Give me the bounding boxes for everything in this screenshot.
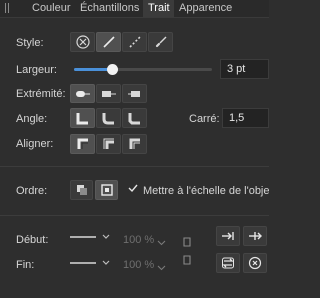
align-outside-button[interactable] bbox=[122, 134, 147, 154]
stroke-behind-icon bbox=[76, 185, 87, 195]
brush-icon bbox=[155, 36, 166, 48]
align-center-icon bbox=[77, 138, 88, 149]
dashed-line-icon bbox=[128, 36, 141, 48]
panel-grip-icon[interactable] bbox=[5, 3, 9, 13]
end-arrow-dropdown-icon bbox=[70, 260, 110, 265]
round-join-icon bbox=[102, 113, 114, 125]
align-label: Aligner: bbox=[16, 138, 54, 150]
scale-label: Mettre à l'échelle de l'obje bbox=[143, 185, 270, 197]
stroke-front-icon bbox=[100, 184, 113, 196]
tab-couleur[interactable]: Couleur bbox=[32, 2, 71, 14]
align-inside-icon bbox=[103, 138, 114, 149]
miter-input[interactable]: 1,5 bbox=[222, 108, 269, 128]
miter-label: Carré: bbox=[189, 113, 220, 125]
swap-arrows-button[interactable] bbox=[216, 253, 240, 273]
order-behind-fill-button[interactable] bbox=[70, 180, 93, 200]
section-divider-2 bbox=[0, 215, 269, 216]
no-stroke-icon bbox=[75, 35, 90, 49]
remove-arrow-icon bbox=[248, 256, 262, 270]
style-label: Style: bbox=[16, 37, 44, 49]
cap-round-button[interactable] bbox=[96, 84, 121, 103]
style-solid-button[interactable] bbox=[96, 32, 121, 52]
link-scale-icon[interactable] bbox=[182, 236, 192, 269]
arrow-to-end-icon bbox=[222, 232, 234, 240]
start-arrow-select[interactable] bbox=[70, 230, 114, 244]
order-front-fill-button[interactable] bbox=[95, 180, 118, 200]
tab-apparence[interactable]: Apparence bbox=[179, 2, 232, 14]
width-input[interactable]: 3 pt bbox=[220, 59, 269, 79]
width-slider-thumb[interactable] bbox=[107, 64, 118, 75]
solid-line-icon bbox=[102, 36, 115, 48]
style-dashed-button[interactable] bbox=[122, 32, 147, 52]
end-percent[interactable]: 100 % bbox=[123, 259, 154, 271]
start-arrow-dropdown-icon bbox=[70, 234, 110, 239]
round-cap-icon bbox=[101, 90, 116, 97]
corner-label: Angle: bbox=[16, 113, 48, 125]
bevel-join-icon bbox=[128, 113, 140, 125]
square-cap-icon bbox=[127, 90, 140, 97]
width-value: 3 pt bbox=[227, 63, 246, 75]
butt-cap-icon bbox=[75, 90, 90, 97]
corner-miter-button[interactable] bbox=[70, 108, 95, 128]
align-outside-icon bbox=[129, 138, 140, 149]
section-divider bbox=[0, 166, 269, 167]
end-percent-chevron-icon[interactable] bbox=[157, 262, 166, 274]
start-percent[interactable]: 100 % bbox=[123, 234, 154, 246]
caps-label: Extrémité: bbox=[16, 88, 66, 100]
cap-square-button[interactable] bbox=[122, 84, 147, 103]
style-brush-button[interactable] bbox=[148, 32, 173, 52]
start-percent-chevron-icon[interactable] bbox=[157, 237, 166, 249]
align-inside-button[interactable] bbox=[96, 134, 121, 154]
arrow-start-position-button[interactable] bbox=[216, 226, 240, 246]
align-center-button[interactable] bbox=[70, 134, 95, 154]
swap-icon bbox=[222, 257, 234, 269]
miter-join-icon bbox=[76, 113, 88, 125]
start-label: Début: bbox=[16, 234, 49, 246]
arrow-end-position-button[interactable] bbox=[243, 226, 267, 246]
cap-butt-button[interactable] bbox=[70, 84, 95, 103]
tab-trait[interactable]: Trait bbox=[148, 2, 170, 14]
order-label: Ordre: bbox=[16, 185, 48, 197]
style-none-button[interactable] bbox=[70, 32, 95, 52]
miter-value: 1,5 bbox=[229, 112, 245, 124]
corner-round-button[interactable] bbox=[96, 108, 121, 128]
tab-echantillons[interactable]: Échantillons bbox=[80, 2, 139, 14]
remove-arrows-button[interactable] bbox=[243, 253, 267, 273]
width-label: Largeur: bbox=[16, 64, 57, 76]
arrow-past-end-icon bbox=[249, 232, 262, 240]
corner-bevel-button[interactable] bbox=[122, 108, 147, 128]
end-arrow-select[interactable] bbox=[70, 256, 114, 270]
end-label: Fin: bbox=[16, 259, 35, 271]
scale-checkbox[interactable] bbox=[127, 182, 138, 193]
checkmark-icon bbox=[128, 184, 138, 192]
